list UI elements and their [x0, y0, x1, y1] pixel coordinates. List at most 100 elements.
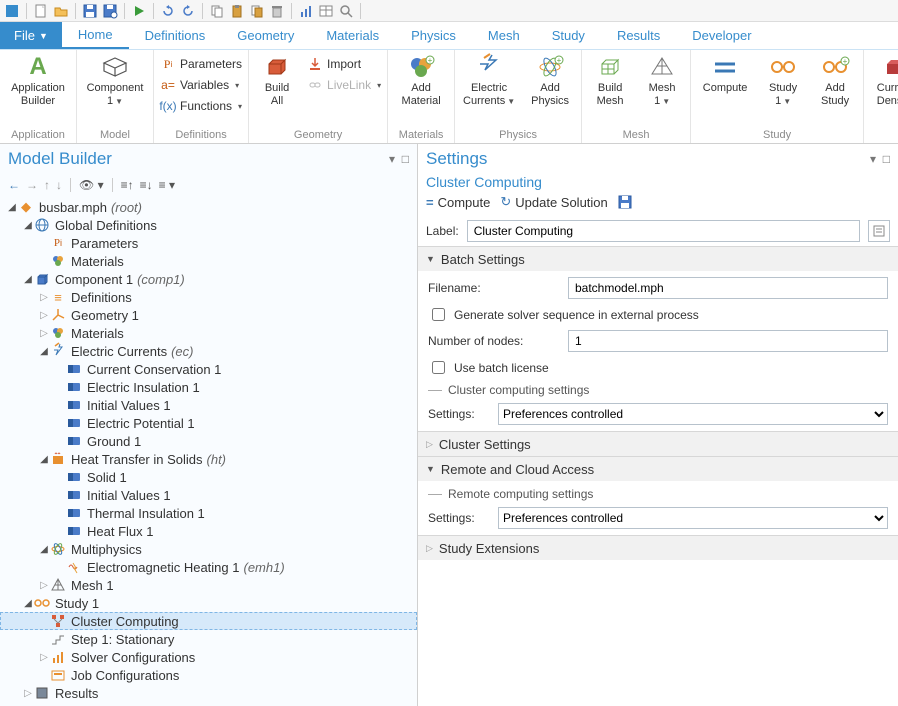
arrow-down-icon[interactable]: ↓ — [56, 178, 62, 192]
rename-button[interactable] — [868, 220, 890, 242]
arrow-up-icon[interactable]: ↑ — [44, 178, 50, 192]
panel-controls[interactable]: ▾ □ — [389, 152, 409, 166]
save-as-icon[interactable] — [102, 3, 118, 19]
tree-ht[interactable]: ◢Heat Transfer in Solids(ht) — [0, 450, 417, 468]
tree-cmaterials[interactable]: ▷Materials — [0, 324, 417, 342]
file-button[interactable]: File ▼ — [0, 22, 62, 49]
batch-settings-select[interactable]: Preferences controlled — [498, 403, 888, 425]
build-all-button[interactable]: BuildAll — [255, 52, 299, 107]
section-batch-header[interactable]: ▼Batch Settings — [418, 247, 898, 271]
mesh1-button[interactable]: Mesh1▼ — [640, 52, 684, 107]
tree-globaldef[interactable]: ◢Global Definitions — [0, 216, 417, 234]
tree-geometry[interactable]: ▷Geometry 1 — [0, 306, 417, 324]
compute-button[interactable]: Compute — [697, 52, 753, 95]
tree-job[interactable]: Job Configurations — [0, 666, 417, 684]
import-button[interactable]: Import — [307, 55, 381, 73]
tree-emh1[interactable]: Electromagnetic Heating 1(emh1) — [0, 558, 417, 576]
open-icon[interactable] — [53, 3, 69, 19]
copy-icon[interactable] — [209, 3, 225, 19]
tree-definitions[interactable]: ▷≡Definitions — [0, 288, 417, 306]
application-builder-button[interactable]: A ApplicationBuilder — [6, 52, 70, 107]
build-mesh-button[interactable]: BuildMesh — [588, 52, 632, 107]
parameters-button[interactable]: PiParameters — [160, 55, 242, 73]
chart-icon[interactable] — [298, 3, 314, 19]
tab-definitions[interactable]: Definitions — [129, 22, 222, 49]
tree-solver[interactable]: ▷Solver Configurations — [0, 648, 417, 666]
undo-icon[interactable] — [160, 3, 176, 19]
current-density-button[interactable]: CurrentDensity — [870, 52, 898, 107]
section-cluster-header[interactable]: ▷Cluster Settings — [418, 432, 898, 456]
tree-ep1[interactable]: Electric Potential 1 — [0, 414, 417, 432]
redo-icon[interactable] — [180, 3, 196, 19]
ribbon-group-physics: ElectricCurrents▼ + AddPhysics Physics — [455, 50, 582, 143]
tree-multiphysics[interactable]: ◢Multiphysics — [0, 540, 417, 558]
remote-settings-row: Settings: Preferences controlled — [428, 507, 888, 529]
tree-materials[interactable]: Materials — [0, 252, 417, 270]
study1-button[interactable]: Study1▼ — [761, 52, 805, 107]
tree-study1[interactable]: ◢Study 1 — [0, 594, 417, 612]
tab-materials[interactable]: Materials — [310, 22, 395, 49]
tab-geometry[interactable]: Geometry — [221, 22, 310, 49]
tab-mesh[interactable]: Mesh — [472, 22, 536, 49]
collapse-icon[interactable]: ≡↑ — [121, 178, 134, 192]
tree-comp1[interactable]: ◢Component 1(comp1) — [0, 270, 417, 288]
component-button[interactable]: Component1▼ — [83, 52, 147, 107]
tree-ei1[interactable]: Electric Insulation 1 — [0, 378, 417, 396]
paste-icon[interactable] — [229, 3, 245, 19]
list-icon[interactable]: ≡ ▾ — [159, 178, 175, 192]
tree-step1[interactable]: Step 1: Stationary — [0, 630, 417, 648]
model-tree[interactable]: ◢◆busbar.mph(root) ◢Global Definitions P… — [0, 196, 417, 706]
tree-results[interactable]: ▷Results — [0, 684, 417, 702]
new-icon[interactable] — [33, 3, 49, 19]
label-input[interactable] — [467, 220, 860, 242]
tab-physics[interactable]: Physics — [395, 22, 472, 49]
chevron-down-icon: ▼ — [426, 464, 435, 474]
add-study-button[interactable]: + AddStudy — [813, 52, 857, 107]
show-icon[interactable]: 👁 ▾ — [79, 178, 104, 192]
duplicate-icon[interactable] — [249, 3, 265, 19]
arrow-right-icon[interactable]: → — [26, 178, 38, 192]
tree-ec[interactable]: ◢Electric Currents(ec) — [0, 342, 417, 360]
save-icon[interactable] — [82, 3, 98, 19]
tree-cc1[interactable]: Current Conservation 1 — [0, 360, 417, 378]
filename-input[interactable] — [568, 277, 888, 299]
add-physics-button[interactable]: + AddPhysics — [525, 52, 575, 107]
ribbon-group-mesh: BuildMesh Mesh1▼ Mesh — [582, 50, 691, 143]
nodes-input[interactable] — [568, 330, 888, 352]
expand-icon[interactable]: ≡↓ — [140, 178, 153, 192]
section-extensions-header[interactable]: ▷Study Extensions — [418, 536, 898, 560]
table-icon[interactable] — [318, 3, 334, 19]
panel-controls[interactable]: ▾ □ — [870, 152, 890, 166]
update-solution-action[interactable]: ↻Update Solution — [500, 194, 607, 210]
delete-icon[interactable] — [269, 3, 285, 19]
tab-developer[interactable]: Developer — [676, 22, 767, 49]
tree-root[interactable]: ◢◆busbar.mph(root) — [0, 198, 417, 216]
save-action[interactable] — [618, 195, 632, 209]
functions-button[interactable]: f(x)Functions▾ — [160, 97, 242, 115]
tree-hf1[interactable]: Heat Flux 1 — [0, 522, 417, 540]
tab-results[interactable]: Results — [601, 22, 676, 49]
tree-cluster-computing[interactable]: Cluster Computing — [0, 612, 417, 630]
generate-seq-checkbox[interactable]: Generate solver sequence in external pro… — [428, 305, 888, 324]
tree-solid1[interactable]: Solid 1 — [0, 468, 417, 486]
tab-study[interactable]: Study — [536, 22, 601, 49]
svg-text:+: + — [428, 56, 433, 65]
tab-home[interactable]: Home — [62, 22, 129, 49]
search-icon[interactable] — [338, 3, 354, 19]
arrow-left-icon[interactable]: ← — [8, 178, 20, 192]
tree-htiv1[interactable]: Initial Values 1 — [0, 486, 417, 504]
tree-mesh1[interactable]: ▷Mesh 1 — [0, 576, 417, 594]
tree-iv1[interactable]: Initial Values 1 — [0, 396, 417, 414]
letter-a-icon: A — [25, 54, 51, 80]
tree-gnd1[interactable]: Ground 1 — [0, 432, 417, 450]
section-remote-header[interactable]: ▼Remote and Cloud Access — [418, 457, 898, 481]
compute-action[interactable]: =Compute — [426, 195, 490, 210]
remote-settings-select[interactable]: Preferences controlled — [498, 507, 888, 529]
add-material-button[interactable]: + AddMaterial — [394, 52, 448, 107]
run-icon[interactable] — [131, 3, 147, 19]
use-batch-checkbox[interactable]: Use batch license — [428, 358, 888, 377]
tree-parameters[interactable]: PiParameters — [0, 234, 417, 252]
variables-button[interactable]: a=Variables▾ — [160, 76, 242, 94]
electric-currents-button[interactable]: ElectricCurrents▼ — [461, 52, 517, 107]
tree-ti1[interactable]: Thermal Insulation 1 — [0, 504, 417, 522]
